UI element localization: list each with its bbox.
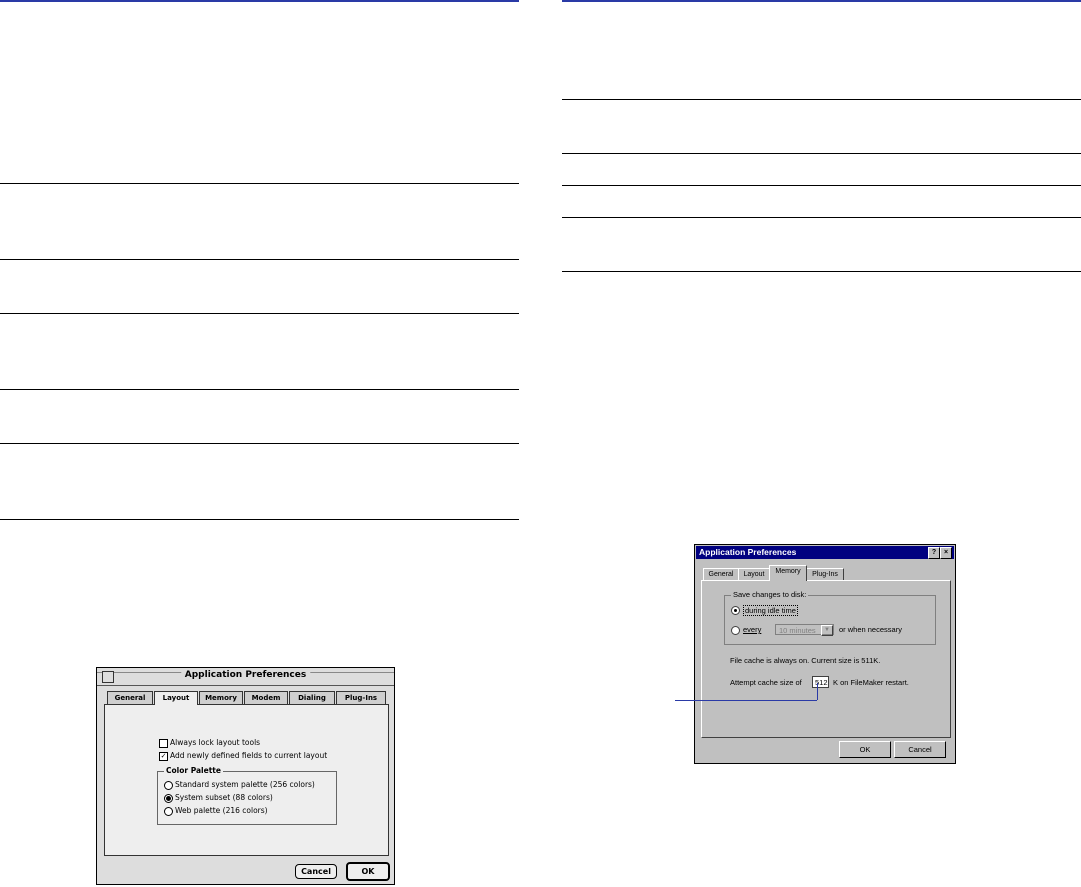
table-rule (0, 259, 519, 260)
cancel-button[interactable]: Cancel (295, 864, 337, 879)
win-title-bar[interactable]: Application Preferences ? × (696, 546, 954, 559)
callout-line-vertical (817, 683, 818, 700)
tab-dialing[interactable]: Dialing (289, 691, 335, 704)
cache-info-text: File cache is always on. Current size is… (730, 656, 881, 665)
mac-layout-panel: Always lock layout tools ✓ Add newly def… (104, 704, 389, 856)
restart-label: K on FileMaker restart. (833, 678, 909, 687)
callout-line (675, 700, 817, 701)
mac-preferences-dialog: Application Preferences General Layout M… (96, 667, 395, 885)
close-box-icon[interactable] (102, 671, 114, 683)
when-necessary-label: or when necessary (839, 625, 902, 634)
palette-standard-label: Standard system palette (256 colors) (175, 780, 315, 789)
cache-size-input[interactable]: 512 (812, 676, 829, 688)
lock-layout-label: Always lock layout tools (170, 738, 261, 747)
table-rule (0, 443, 519, 444)
save-changes-group: Save changes to disk: during idle time e… (724, 590, 936, 645)
palette-standard-radio[interactable] (164, 781, 173, 790)
idle-time-radio[interactable] (731, 606, 740, 615)
win-memory-panel: Save changes to disk: during idle time e… (701, 580, 951, 738)
close-icon[interactable]: × (940, 547, 952, 559)
table-rule (562, 99, 1081, 100)
chevron-down-icon[interactable]: ▼ (821, 625, 833, 636)
every-radio[interactable] (731, 626, 740, 635)
attempt-cache-label: Attempt cache size of (730, 678, 802, 687)
table-rule (562, 153, 1081, 154)
mac-dialog-title: Application Preferences (180, 670, 311, 680)
tab-plug-ins[interactable]: Plug-Ins (336, 691, 386, 704)
color-palette-title: Color Palette (164, 766, 223, 775)
ok-button[interactable]: OK (346, 862, 390, 881)
add-fields-label: Add newly defined fields to current layo… (170, 751, 328, 760)
interval-select[interactable]: 10 minutes ▼ (775, 624, 834, 636)
table-rule (562, 271, 1081, 272)
add-fields-checkbox[interactable]: ✓ (159, 752, 168, 761)
save-changes-title: Save changes to disk: (731, 590, 809, 599)
table-rule (0, 389, 519, 390)
table-rule (562, 217, 1081, 218)
cancel-button[interactable]: Cancel (894, 741, 946, 758)
help-icon[interactable]: ? (928, 547, 940, 559)
win-dialog-title: Application Preferences (699, 547, 797, 557)
palette-web-label: Web palette (216 colors) (175, 806, 268, 815)
ok-button[interactable]: OK (839, 741, 891, 758)
tab-modem[interactable]: Modem (244, 691, 288, 704)
palette-subset-radio[interactable] (164, 794, 173, 803)
win-preferences-dialog: Application Preferences ? × General Layo… (694, 544, 956, 764)
tab-memory[interactable]: Memory (769, 565, 807, 581)
every-label: every (743, 625, 762, 634)
table-rule (0, 313, 519, 314)
interval-value: 10 minutes (779, 626, 816, 635)
color-palette-group: Color Palette Standard system palette (2… (157, 766, 337, 825)
top-rule-right (562, 0, 1081, 2)
tab-memory[interactable]: Memory (199, 691, 243, 704)
table-rule (0, 183, 519, 184)
table-rule (0, 519, 519, 520)
idle-time-label: during idle time (743, 605, 798, 616)
top-rule-left (0, 0, 519, 2)
lock-layout-checkbox[interactable] (159, 739, 168, 748)
mac-title-bar[interactable]: Application Preferences (97, 668, 394, 686)
table-rule (562, 185, 1081, 186)
palette-web-radio[interactable] (164, 807, 173, 816)
tab-layout[interactable]: Layout (154, 691, 198, 705)
palette-subset-label: System subset (88 colors) (175, 793, 273, 802)
tab-general[interactable]: General (107, 691, 153, 704)
